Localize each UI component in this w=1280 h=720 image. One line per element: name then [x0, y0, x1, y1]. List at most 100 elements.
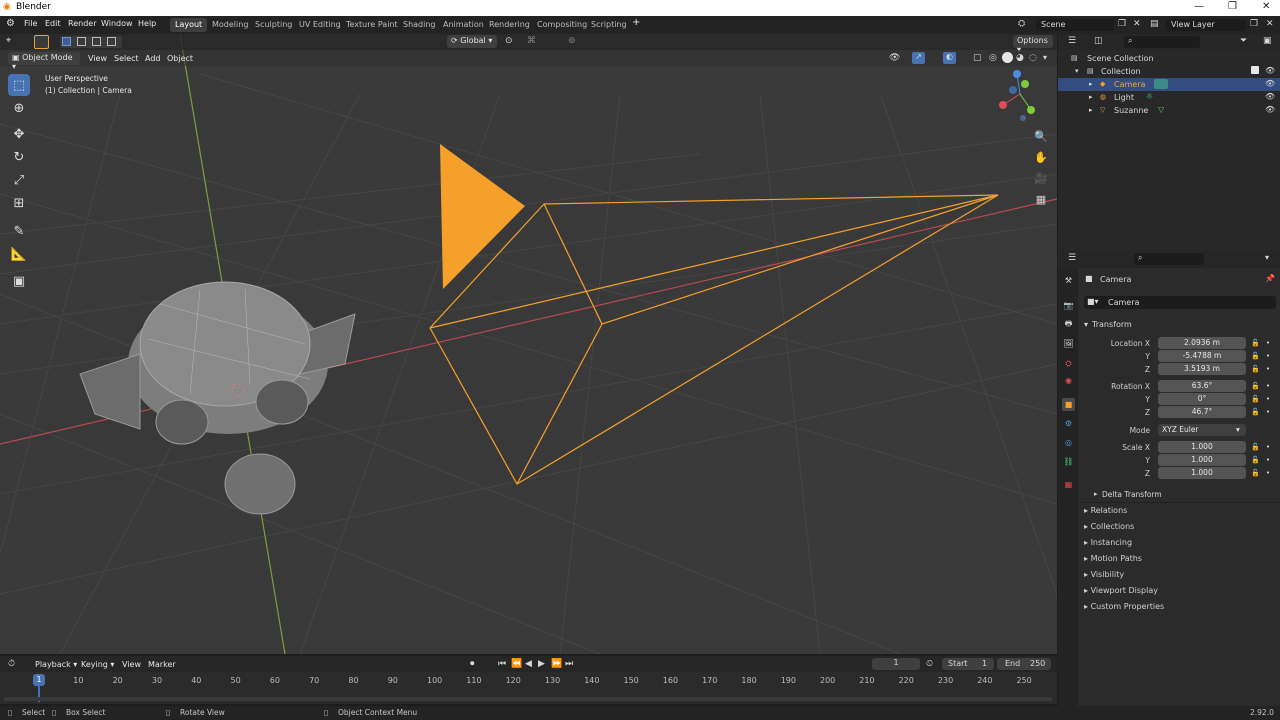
location-z-field[interactable]: 3.5193 m — [1158, 363, 1246, 375]
expand-icon[interactable]: ▸ — [1094, 490, 1098, 498]
delta-transform-header[interactable]: Delta Transform — [1102, 490, 1162, 499]
panel-collections[interactable]: ▸ Collections — [1084, 522, 1134, 531]
object-data-tab-icon[interactable]: ▦ — [1062, 478, 1075, 491]
overlay-toggle-icon[interactable]: ◐ — [943, 52, 956, 64]
lock-icon[interactable]: 🔓 — [1251, 443, 1260, 451]
view-layer-tab-icon[interactable]: 🖼 — [1062, 337, 1075, 350]
pin-icon[interactable]: 📌 — [1265, 274, 1275, 283]
camera-object[interactable] — [429, 144, 999, 486]
scene-tab-icon[interactable]: ⛭ — [1062, 357, 1075, 370]
rotation-mode-dropdown[interactable]: XYZ Euler ▾ — [1158, 424, 1246, 436]
visibility-icon[interactable]: 👁 — [889, 53, 900, 63]
select-mode-button[interactable] — [34, 35, 49, 49]
add-workspace-button[interactable]: + — [632, 17, 640, 28]
eye-icon[interactable]: 👁 — [1265, 66, 1275, 75]
outliner-scene-collection[interactable]: ▤ Scene Collection — [1058, 52, 1280, 65]
exclude-checkbox[interactable] — [1251, 66, 1259, 74]
chevron-down-icon[interactable]: ▾ — [1265, 253, 1269, 262]
expand-icon[interactable]: ▸ — [1089, 106, 1093, 114]
outliner-editor-icon[interactable]: ☰ — [1068, 36, 1076, 46]
rotation-x-field[interactable]: 63.6° — [1158, 380, 1246, 392]
scale-y-field[interactable]: 1.000 — [1158, 454, 1246, 466]
delete-view-layer-icon[interactable]: ✕ — [1266, 19, 1274, 29]
menu-file[interactable]: File — [24, 19, 37, 28]
snap-icon[interactable]: ⌘ — [527, 36, 536, 46]
grid-perspective-icon[interactable]: ▦ — [1031, 189, 1051, 209]
eye-icon[interactable]: 👁 — [1265, 92, 1275, 101]
subtract-selection-icon[interactable] — [92, 37, 101, 46]
tab-texture-paint[interactable]: Texture Paint — [341, 18, 403, 32]
physics-tab-icon[interactable]: ◎ — [1062, 436, 1075, 449]
pivot-point-icon[interactable]: ⊙ — [505, 36, 513, 46]
menu-edit[interactable]: Edit — [45, 19, 61, 28]
eye-icon[interactable]: 👁 — [1265, 79, 1275, 88]
minimize-button[interactable]: — — [1194, 1, 1204, 12]
outliner-item-camera[interactable]: ▸ ◆ Camera 👁 — [1058, 78, 1280, 91]
blender-menu-icon[interactable]: ⚙ — [6, 18, 15, 29]
keyframe-icon[interactable]: • — [1266, 456, 1270, 464]
eye-icon[interactable]: 👁 — [1265, 105, 1275, 114]
move-tool-icon[interactable]: ✥ — [8, 123, 30, 145]
measure-tool-icon[interactable]: 📐 — [8, 243, 30, 265]
annotate-tool-icon[interactable]: ✎ — [8, 220, 30, 242]
camera-view-icon[interactable]: 🎥 — [1031, 168, 1051, 188]
mesh-data-icon[interactable]: ▽ — [1158, 105, 1164, 114]
object-name-field[interactable]: ■▾ Camera — [1084, 296, 1276, 309]
cursor-tool-icon[interactable]: ⊕ — [8, 97, 30, 119]
add-cube-tool-icon[interactable]: ▣ — [8, 270, 30, 292]
keyframe-icon[interactable]: • — [1266, 339, 1270, 347]
lock-icon[interactable]: 🔓 — [1251, 365, 1260, 373]
new-view-layer-icon[interactable]: ❐ — [1250, 19, 1258, 29]
lock-icon[interactable]: 🔓 — [1251, 395, 1260, 403]
timeline-scrollbar[interactable] — [4, 697, 1052, 701]
panel-instancing[interactable]: ▸ Instancing — [1084, 538, 1132, 547]
constraints-tab-icon[interactable]: ⛓ — [1062, 455, 1075, 468]
gizmo-toggle-icon[interactable]: ↗ — [912, 52, 925, 64]
modifier-tab-icon[interactable]: ⚙ — [1062, 417, 1075, 430]
transform-expand-icon[interactable]: ▾ — [1084, 320, 1088, 329]
delete-scene-icon[interactable]: ✕ — [1133, 19, 1141, 29]
rotation-z-field[interactable]: 46.7° — [1158, 406, 1246, 418]
keyframe-icon[interactable]: • — [1266, 469, 1270, 477]
tab-sculpting[interactable]: Sculpting — [250, 18, 297, 32]
new-selection-icon[interactable] — [62, 37, 71, 46]
transform-orientation-dropdown[interactable]: ⟳ Global ▾ — [447, 35, 497, 48]
expand-icon[interactable]: ▾ — [1075, 67, 1079, 75]
new-collection-icon[interactable]: ▣ — [1263, 36, 1272, 46]
proportional-edit-icon[interactable]: ⊚ — [568, 36, 576, 46]
expand-icon[interactable]: ▸ — [1089, 80, 1093, 88]
lock-icon[interactable]: 🔓 — [1251, 408, 1260, 416]
select-box-tool-icon[interactable]: ⬚ — [8, 74, 30, 96]
menu-select[interactable]: Select — [114, 54, 139, 63]
tool-tab-icon[interactable]: ⚒ — [1062, 274, 1075, 287]
properties-editor-icon[interactable]: ☰ — [1068, 253, 1076, 263]
playhead[interactable]: 1 — [33, 674, 45, 686]
lock-icon[interactable]: 🔓 — [1251, 352, 1260, 360]
xray-icon[interactable]: ▢ — [973, 53, 982, 63]
outliner-collection[interactable]: ▾ ▤ Collection 👁 — [1058, 65, 1280, 78]
options-dropdown[interactable]: Options ▾ — [1013, 35, 1053, 54]
wireframe-shading-icon[interactable]: ◎ — [989, 53, 997, 63]
selection-modes[interactable] — [60, 36, 122, 48]
pan-hand-icon[interactable]: ✋ — [1031, 147, 1051, 167]
3d-viewport[interactable]: ⌖ ⟳ Global ▾ ⊙ ⌘ ⊚ Options ▾ ▣ Object Mo… — [0, 34, 1057, 654]
shading-options-icon[interactable]: ▾ — [1043, 53, 1047, 62]
lock-icon[interactable]: 🔓 — [1251, 469, 1260, 477]
rotation-y-field[interactable]: 0° — [1158, 393, 1246, 405]
solid-shading-icon[interactable] — [1002, 52, 1013, 63]
outliner-item-light[interactable]: ▸ ◍ Light ☼ 👁 — [1058, 91, 1280, 104]
transform-header[interactable]: Transform — [1092, 320, 1132, 329]
keyframe-icon[interactable]: • — [1266, 395, 1270, 403]
scale-tool-icon[interactable]: ⤢ — [8, 169, 30, 191]
keyframe-icon[interactable]: • — [1266, 408, 1270, 416]
close-button[interactable]: ✕ — [1262, 1, 1270, 12]
extend-selection-icon[interactable] — [77, 37, 86, 46]
editor-type-icon[interactable]: ⌖ — [6, 36, 11, 46]
location-y-field[interactable]: -5.4788 m — [1158, 350, 1246, 362]
panel-visibility[interactable]: ▸ Visibility — [1084, 570, 1124, 579]
tab-modeling[interactable]: Modeling — [207, 18, 253, 32]
keyframe-icon[interactable]: • — [1266, 443, 1270, 451]
scale-z-field[interactable]: 1.000 — [1158, 467, 1246, 479]
mode-dropdown[interactable]: ▣ Object Mode ▾ — [8, 52, 80, 71]
material-shading-icon[interactable]: ◕ — [1016, 53, 1024, 63]
